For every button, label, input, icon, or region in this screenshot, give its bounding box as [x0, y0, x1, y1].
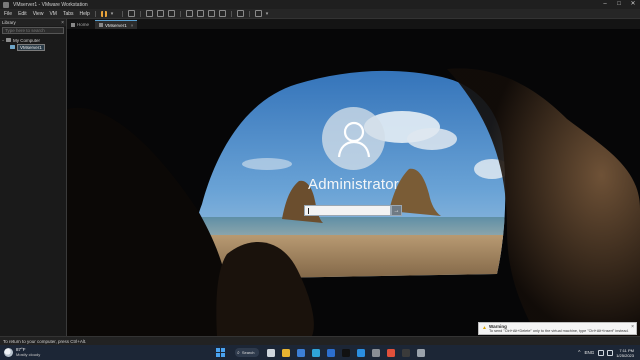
warning-close-icon[interactable]: ×: [631, 324, 634, 330]
terminal-icon[interactable]: [402, 348, 410, 357]
clock-date: 1/25/2023: [616, 352, 634, 358]
revert-snapshot-icon[interactable]: [156, 10, 164, 17]
wifi-icon[interactable]: [598, 349, 605, 356]
home-icon: [71, 22, 75, 27]
fullscreen-icon[interactable]: [207, 10, 215, 17]
tab-label: Home: [77, 22, 90, 27]
user-icon: [337, 121, 370, 157]
menu-toolbar-bar: File Edit View VM Tabs Help ▾ ▾: [0, 9, 640, 19]
power-menu-chevron-icon[interactable]: ▾: [111, 11, 117, 17]
tree-item-vmserver1[interactable]: VMserver1: [0, 43, 66, 51]
toolbar-divider: [230, 10, 232, 17]
library-header: Library ×: [0, 19, 66, 26]
menu-file[interactable]: File: [4, 11, 12, 17]
tiktok-icon[interactable]: [342, 348, 350, 357]
system-tray: ^ ENG 7:11 PM 1/25/2023: [578, 347, 636, 358]
library-search: ▾: [2, 27, 72, 34]
window-title: VMserver1 - VMware Workstation: [13, 1, 88, 8]
password-input-box[interactable]: [304, 205, 391, 216]
vmware-icon[interactable]: [417, 348, 425, 357]
tab-strip: Home VMserver1 ×: [67, 19, 640, 29]
pause-icon[interactable]: [100, 10, 107, 17]
language-indicator[interactable]: ENG: [584, 350, 594, 355]
menu-edit[interactable]: Edit: [18, 11, 27, 17]
tab-label: VMserver1: [105, 22, 127, 28]
status-bar: To return to your computer, press Ctrl+A…: [0, 336, 640, 345]
stretch-menu-chevron-icon[interactable]: ▾: [266, 11, 272, 17]
tree-item-my-computer[interactable]: − My Computer: [0, 37, 66, 43]
library-title: Library: [2, 20, 16, 25]
clock[interactable]: 7:11 PM 1/25/2023: [616, 348, 634, 358]
menu-tabs[interactable]: Tabs: [63, 11, 74, 17]
weather-widget[interactable]: 87°F Mostly cloudy: [4, 347, 40, 357]
warning-message: To send "Ctrl+Alt+Delete" only to the vi…: [489, 329, 629, 333]
status-message: To return to your computer, press Ctrl+A…: [3, 339, 87, 344]
manage-snapshots-icon[interactable]: [167, 10, 175, 17]
store-icon[interactable]: [327, 348, 335, 357]
password-field: →: [304, 205, 402, 216]
tray-overflow-icon[interactable]: ^: [578, 350, 580, 356]
tab-close-icon[interactable]: ×: [131, 23, 134, 28]
virtual-machine-icon: [10, 45, 15, 49]
computer-icon: [6, 38, 11, 42]
task-view-icon[interactable]: [267, 348, 275, 357]
vmware-app-icon: [3, 1, 9, 8]
weather-text: 87°F Mostly cloudy: [16, 347, 40, 357]
tab-vmserver1[interactable]: VMserver1 ×: [95, 20, 138, 29]
menu-view[interactable]: View: [33, 11, 44, 17]
menu-vm[interactable]: VM: [49, 11, 57, 17]
search-icon: ⌕: [237, 349, 240, 356]
mail-icon[interactable]: [297, 348, 305, 357]
vscode-icon[interactable]: [357, 348, 365, 357]
password-input[interactable]: [308, 206, 390, 215]
send-keys-icon[interactable]: [127, 10, 135, 17]
taskbar-search[interactable]: ⌕ Search: [235, 348, 259, 357]
library-toggle-icon[interactable]: [185, 10, 193, 17]
submit-arrow-button[interactable]: →: [391, 205, 402, 216]
tree-item-label: VMserver1: [17, 43, 45, 51]
stretch-icon[interactable]: [254, 10, 262, 17]
toolbar-divider: [179, 10, 181, 17]
unity-icon[interactable]: [218, 10, 226, 17]
menu-help[interactable]: Help: [80, 11, 90, 17]
minimize-button[interactable]: –: [598, 0, 612, 9]
thumbnail-bar-icon[interactable]: [196, 10, 204, 17]
maximize-button[interactable]: □: [612, 0, 626, 9]
toolbar-divider: [94, 10, 96, 17]
cloud-icon: [4, 347, 13, 357]
start-button[interactable]: [216, 348, 225, 357]
title-bar: VMserver1 - VMware Workstation – □ ✕: [0, 0, 640, 9]
snapshot-icon[interactable]: [145, 10, 153, 17]
weather-description: Mostly cloudy: [16, 352, 41, 357]
settings-icon[interactable]: [372, 348, 380, 357]
library-pane: Library × ▾ − My Computer VMserver1: [0, 19, 72, 336]
taskbar-apps: ⌕ Search: [216, 347, 432, 358]
window-controls: – □ ✕: [598, 0, 640, 9]
tree-item-label: My Computer: [13, 37, 41, 43]
tab-home[interactable]: Home: [67, 20, 93, 29]
console-view-icon[interactable]: [236, 10, 244, 17]
file-explorer-icon[interactable]: [282, 348, 290, 357]
username-label: Administrator: [308, 176, 399, 193]
login-screen: Administrator → ⊡ ⏻: [67, 29, 640, 336]
toolbar-divider: [139, 10, 141, 17]
close-button[interactable]: ✕: [626, 0, 640, 9]
library-close-icon[interactable]: ×: [61, 20, 64, 26]
virtual-machine-icon: [99, 23, 104, 27]
toolbar-divider: [248, 10, 250, 17]
warning-notification: ▲ Warning To send "Ctrl+Alt+Delete" only…: [478, 322, 637, 335]
host-taskbar: 87°F Mostly cloudy ⌕ Search ^ ENG 7:11 P…: [0, 345, 640, 360]
warning-icon: ▲: [482, 325, 487, 331]
edge-icon[interactable]: [312, 348, 320, 357]
library-search-input[interactable]: [3, 27, 70, 34]
volume-icon[interactable]: [607, 349, 614, 356]
vm-console[interactable]: Administrator → ⊡ ⏻: [67, 29, 640, 336]
toolbar-divider: [121, 10, 123, 17]
chrome-icon[interactable]: [387, 348, 395, 357]
search-label: Search: [241, 350, 255, 355]
user-avatar: [322, 107, 385, 170]
